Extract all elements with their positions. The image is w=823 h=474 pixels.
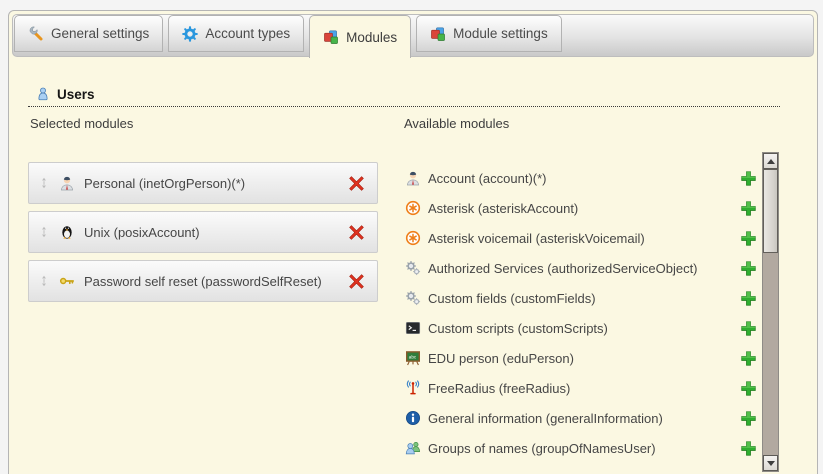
module-label: Asterisk voicemail (asteriskVoicemail) — [428, 231, 645, 246]
module-label: FreeRadius (freeRadius) — [428, 381, 570, 396]
terminal-icon — [405, 320, 421, 336]
modules-panel: Users Selected modules Available modules… — [9, 57, 817, 474]
gears-icon — [405, 260, 421, 276]
available-module-row-groups-of-names-groupofnamesuser: Groups of names (groupOfNamesUser) — [405, 433, 757, 463]
add-plus-icon — [740, 350, 757, 367]
scrollbar-up-button[interactable] — [763, 153, 778, 169]
tab-label: General settings — [51, 26, 149, 41]
remove-module-button[interactable] — [348, 224, 365, 241]
add-plus-icon — [740, 200, 757, 217]
group-icon — [405, 440, 421, 456]
tab-list: General settings Account types Modules M… — [14, 15, 562, 58]
person-icon — [405, 170, 421, 186]
delete-x-icon — [348, 224, 365, 241]
tab-general-settings[interactable]: General settings — [14, 15, 163, 52]
add-plus-icon — [740, 230, 757, 247]
add-plus-icon — [740, 380, 757, 397]
module-label: General information (generalInformation) — [428, 411, 663, 426]
info-icon — [405, 410, 421, 426]
gears-icon — [405, 290, 421, 306]
tab-account-types[interactable]: Account types — [168, 15, 304, 52]
antenna-icon — [405, 380, 421, 396]
module-label: EDU person (eduPerson) — [428, 351, 574, 366]
modules-icon — [430, 26, 446, 42]
add-plus-icon — [740, 260, 757, 277]
available-module-row-asterisk-asteriskaccount: Asterisk (asteriskAccount) — [405, 193, 757, 223]
module-label: Password self reset (passwordSelfReset) — [84, 274, 322, 289]
available-module-row-custom-scripts-customscripts: Custom scripts (customScripts) — [405, 313, 757, 343]
available-module-row-authorized-services-authorizedserviceobject: Authorized Services (authorizedServiceOb… — [405, 253, 757, 283]
selected-module-row-personal-inetorgperson[interactable]: Personal (inetOrgPerson)(*) — [28, 162, 378, 204]
module-label: Groups of names (groupOfNamesUser) — [428, 441, 656, 456]
tab-label: Account types — [205, 26, 290, 41]
asterisk-icon — [405, 200, 421, 216]
tab-label: Modules — [346, 30, 397, 45]
remove-module-button[interactable] — [348, 175, 365, 192]
wrench-icon — [28, 26, 44, 42]
add-module-button[interactable] — [740, 170, 757, 187]
module-label: Personal (inetOrgPerson)(*) — [84, 176, 245, 191]
selected-module-row-unix-posixaccount[interactable]: Unix (posixAccount) — [28, 211, 378, 253]
drag-updown-icon[interactable] — [38, 225, 50, 239]
module-label: Custom fields (customFields) — [428, 291, 596, 306]
scrollbar-thumb[interactable] — [763, 169, 778, 253]
add-module-button[interactable] — [740, 230, 757, 247]
available-module-row-freeradius-freeradius: FreeRadius (freeRadius) — [405, 373, 757, 403]
tab-modules[interactable]: Modules — [309, 15, 411, 58]
delete-x-icon — [348, 273, 365, 290]
available-module-row-general-information-generalinformation: General information (generalInformation) — [405, 403, 757, 433]
delete-x-icon — [348, 175, 365, 192]
asterisk-icon — [405, 230, 421, 246]
add-plus-icon — [740, 410, 757, 427]
penguin-icon — [59, 224, 75, 240]
tab-label: Module settings — [453, 26, 548, 41]
module-label: Asterisk (asteriskAccount) — [428, 201, 578, 216]
module-label: Unix (posixAccount) — [84, 225, 200, 240]
available-module-row-asterisk-voicemail-asteriskvoicemail: Asterisk voicemail (asteriskVoicemail) — [405, 223, 757, 253]
add-plus-icon — [740, 440, 757, 457]
add-module-button[interactable] — [740, 260, 757, 277]
available-module-row-custom-fields-customfields: Custom fields (customFields) — [405, 283, 757, 313]
lam-configuration-screen: General settings Account types Modules M… — [0, 0, 823, 474]
available-modules-list: Account (account)(*) Asterisk (asteriskA… — [405, 163, 757, 463]
selected-modules-list: Personal (inetOrgPerson)(*) Unix (posixA… — [28, 162, 378, 309]
add-module-button[interactable] — [740, 350, 757, 367]
add-module-button[interactable] — [740, 410, 757, 427]
available-module-row-edu-person-eduperson: EDU person (eduPerson) — [405, 343, 757, 373]
add-plus-icon — [740, 290, 757, 307]
key-icon — [59, 273, 75, 289]
gear-icon — [182, 26, 198, 42]
add-module-button[interactable] — [740, 440, 757, 457]
add-module-button[interactable] — [740, 200, 757, 217]
modules-icon — [323, 29, 339, 45]
available-modules-heading: Available modules — [404, 116, 509, 131]
scrollbar-down-button[interactable] — [763, 455, 778, 471]
person-icon — [59, 175, 75, 191]
add-module-button[interactable] — [740, 290, 757, 307]
add-module-button[interactable] — [740, 320, 757, 337]
down-arrow-icon — [767, 461, 775, 466]
drag-updown-icon[interactable] — [38, 274, 50, 288]
available-modules-scrollbar[interactable] — [762, 152, 779, 472]
section-heading-users: Users — [36, 86, 95, 102]
module-label: Authorized Services (authorizedServiceOb… — [428, 261, 698, 276]
chalkboard-icon — [405, 350, 421, 366]
user-icon — [36, 86, 50, 102]
add-plus-icon — [740, 320, 757, 337]
dotted-divider — [28, 106, 780, 107]
section-title: Users — [57, 87, 95, 102]
selected-module-row-password-self-reset-passwordselfreset[interactable]: Password self reset (passwordSelfReset) — [28, 260, 378, 302]
module-label: Account (account)(*) — [428, 171, 547, 186]
up-arrow-icon — [767, 159, 775, 164]
add-module-button[interactable] — [740, 380, 757, 397]
tab-module-settings[interactable]: Module settings — [416, 15, 562, 52]
add-plus-icon — [740, 170, 757, 187]
module-label: Custom scripts (customScripts) — [428, 321, 608, 336]
tabs-widget: General settings Account types Modules M… — [8, 10, 818, 474]
drag-updown-icon[interactable] — [38, 176, 50, 190]
selected-modules-heading: Selected modules — [30, 116, 133, 131]
available-module-row-account-account: Account (account)(*) — [405, 163, 757, 193]
remove-module-button[interactable] — [348, 273, 365, 290]
